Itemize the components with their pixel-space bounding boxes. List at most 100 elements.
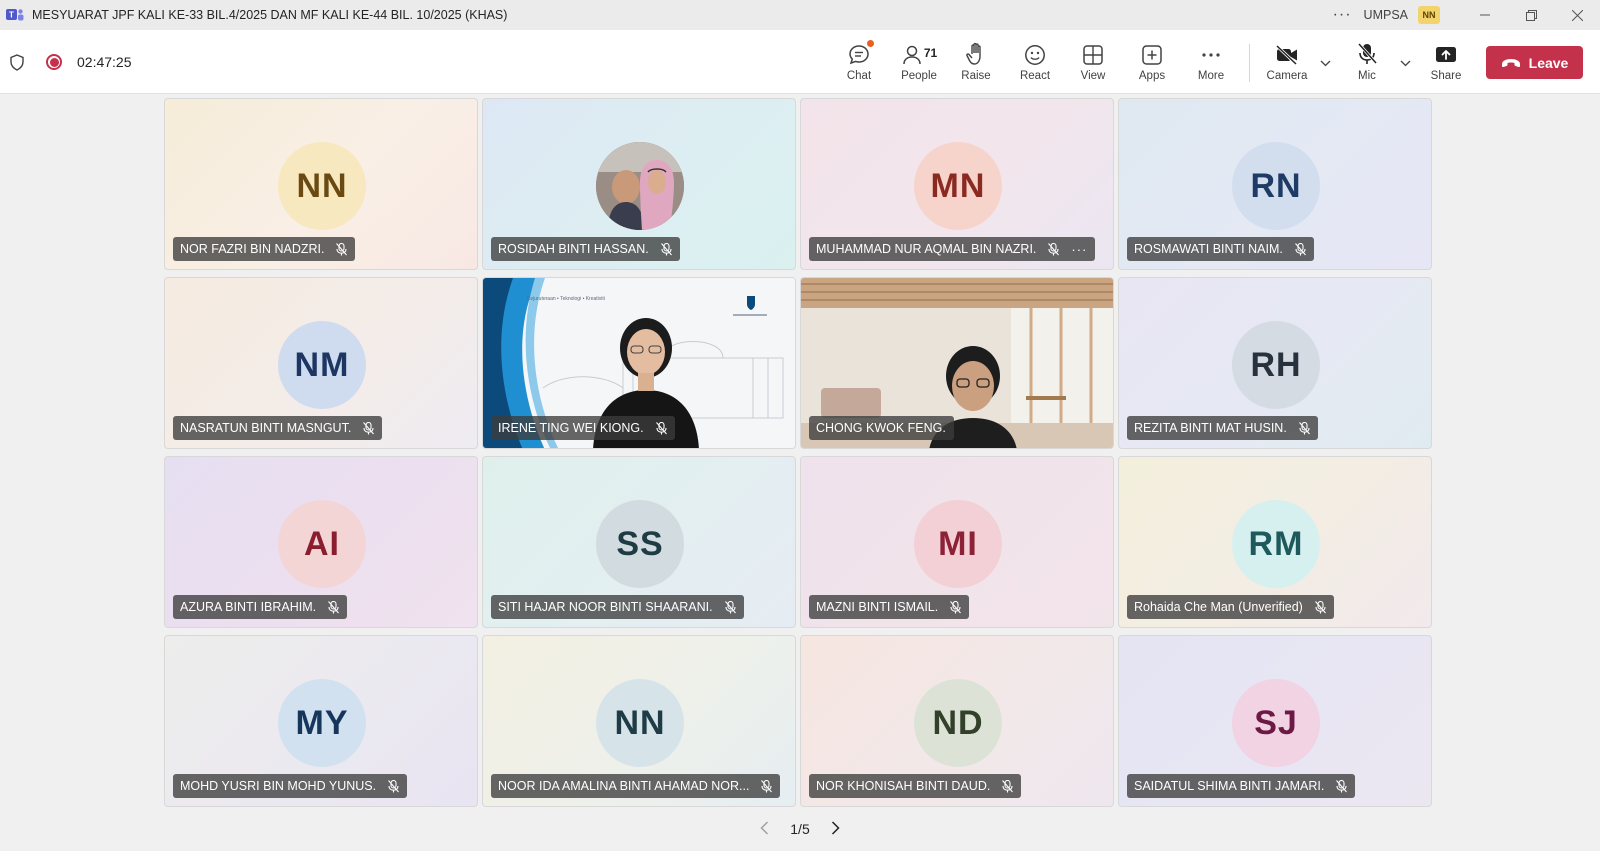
restore-icon — [1525, 9, 1537, 21]
camera-options-chevron-icon[interactable] — [1318, 56, 1332, 70]
people-label: People — [901, 70, 937, 82]
participant-name: NOOR IDA AMALINA BINTI AHAMAD NOR... — [498, 779, 750, 793]
share-button[interactable]: Share — [1418, 40, 1474, 86]
react-button[interactable]: React — [1007, 40, 1063, 86]
recording-indicator-icon — [46, 54, 62, 70]
participant-name: ROSIDAH BINTI HASSAN. — [498, 242, 649, 256]
participant-name: NOR FAZRI BIN NADZRI. — [180, 242, 325, 256]
mic-muted-icon — [328, 600, 340, 614]
mic-muted-icon — [655, 421, 667, 435]
apps-button[interactable]: Apps — [1124, 40, 1180, 86]
camera-button[interactable]: Camera — [1258, 40, 1316, 86]
participant-initials: RH — [1232, 321, 1320, 409]
minimize-icon — [1480, 14, 1490, 16]
participant-tile[interactable]: ND NOR KHONISAH BINTI DAUD. — [800, 635, 1114, 807]
people-count: 71 — [923, 46, 938, 60]
participant-tile[interactable]: MN MUHAMMAD NUR AQMAL BIN NAZRI. ··· — [800, 98, 1114, 270]
participant-initials: NM — [278, 321, 366, 409]
participant-name: Rohaida Che Man (Unverified) — [1134, 600, 1303, 614]
mic-muted-icon — [660, 242, 672, 256]
participant-tile[interactable]: SS SITI HAJAR NOOR BINTI SHAARANI. — [482, 456, 796, 628]
minimize-button[interactable] — [1462, 0, 1508, 30]
participant-name-tag: NASRATUN BINTI MASNGUT. — [173, 416, 383, 440]
more-options-icon[interactable]: ··· — [1333, 6, 1352, 24]
mic-muted-icon — [1002, 779, 1014, 793]
participant-video-tile[interactable]: Kejuruteraan • Teknologi • Kreativiti IR… — [482, 277, 796, 449]
participant-tile[interactable]: SJ SAIDATUL SHIMA BINTI JAMARI. — [1118, 635, 1432, 807]
leave-button[interactable]: Leave — [1486, 46, 1583, 79]
chat-icon — [849, 45, 869, 65]
participant-name: MAZNI BINTI ISMAIL. — [816, 600, 939, 614]
chat-button[interactable]: Chat — [831, 40, 887, 86]
grid-view-icon — [1083, 45, 1103, 65]
mic-muted-icon — [363, 421, 375, 435]
participant-tile[interactable]: NN NOR FAZRI BIN NADZRI. — [164, 98, 478, 270]
participant-name-tag: NOR KHONISAH BINTI DAUD. — [809, 774, 1022, 798]
meeting-title: MESYUARAT JPF KALI KE-33 BIL.4/2025 DAN … — [32, 8, 508, 22]
participant-name-tag: MOHD YUSRI BIN MOHD YUNUS. — [173, 774, 408, 798]
participant-name: REZITA BINTI MAT HUSIN. — [1134, 421, 1287, 435]
participant-initials: MI — [914, 500, 1002, 588]
participant-name-tag: SAIDATUL SHIMA BINTI JAMARI. — [1127, 774, 1356, 798]
mic-muted-icon — [1314, 600, 1326, 614]
participant-tile[interactable]: NN NOOR IDA AMALINA BINTI AHAMAD NOR... — [482, 635, 796, 807]
participant-initials: AI — [278, 500, 366, 588]
mic-button[interactable]: Mic — [1339, 40, 1395, 86]
raise-hand-icon — [966, 42, 981, 65]
participant-name-tag: ROSMAWATI BINTI NAIM. — [1127, 237, 1314, 261]
participant-initials: SS — [596, 500, 684, 588]
participant-name: ROSMAWATI BINTI NAIM. — [1134, 242, 1283, 256]
participant-tile[interactable]: RM Rohaida Che Man (Unverified) — [1118, 456, 1432, 628]
participant-tile[interactable]: AI AZURA BINTI IBRAHIM. — [164, 456, 478, 628]
participant-name-tag: SITI HAJAR NOOR BINTI SHAARANI. — [491, 595, 744, 619]
participant-name-tag: NOR FAZRI BIN NADZRI. — [173, 237, 356, 261]
leave-label: Leave — [1528, 54, 1569, 71]
restore-button[interactable] — [1508, 0, 1554, 30]
participant-photo-avatar — [596, 142, 684, 230]
participant-tile[interactable]: MY MOHD YUSRI BIN MOHD YUNUS. — [164, 635, 478, 807]
view-button[interactable]: View — [1065, 40, 1121, 86]
participant-more-icon[interactable]: ··· — [1071, 242, 1087, 257]
mic-muted-icon — [761, 779, 773, 793]
shield-icon[interactable] — [10, 53, 24, 71]
participant-initials: RM — [1232, 500, 1320, 588]
participant-name-tag: NOOR IDA AMALINA BINTI AHAMAD NOR... — [491, 774, 781, 798]
camera-label: Camera — [1266, 70, 1308, 82]
mic-muted-icon — [950, 600, 962, 614]
close-button[interactable] — [1554, 0, 1600, 30]
user-avatar[interactable]: NN — [1418, 6, 1440, 24]
apps-label: Apps — [1138, 70, 1166, 82]
participant-name: NASRATUN BINTI MASNGUT. — [180, 421, 352, 435]
next-page-chevron-icon[interactable] — [831, 820, 840, 838]
participant-initials: MY — [278, 679, 366, 767]
participant-tile[interactable]: RH REZITA BINTI MAT HUSIN. — [1118, 277, 1432, 449]
mic-muted-icon — [1298, 421, 1310, 435]
teams-app-icon: T — [6, 8, 24, 22]
participant-initials: ND — [914, 679, 1002, 767]
gallery-pager: 1/5 — [760, 818, 840, 840]
participant-name-tag: REZITA BINTI MAT HUSIN. — [1127, 416, 1318, 440]
participant-name-tag: MAZNI BINTI ISMAIL. — [809, 595, 970, 619]
mic-muted-icon — [336, 242, 348, 256]
mic-options-chevron-icon[interactable] — [1398, 56, 1412, 70]
participant-name: MUHAMMAD NUR AQMAL BIN NAZRI. — [816, 242, 1037, 256]
view-label: View — [1080, 70, 1106, 82]
participant-initials: NN — [278, 142, 366, 230]
toolbar-divider — [1249, 44, 1250, 82]
participant-tile[interactable]: NM NASRATUN BINTI MASNGUT. — [164, 277, 478, 449]
people-button[interactable]: 71 People — [889, 40, 949, 86]
svg-text:T: T — [9, 11, 14, 20]
participant-tile[interactable]: ROSIDAH BINTI HASSAN. — [482, 98, 796, 270]
raise-hand-button[interactable]: Raise — [948, 40, 1004, 86]
meeting-timer: 02:47:25 — [77, 54, 132, 70]
participant-tile[interactable]: MI MAZNI BINTI ISMAIL. — [800, 456, 1114, 628]
mic-muted-icon — [1336, 779, 1348, 793]
more-label: More — [1197, 70, 1225, 82]
participant-name-tag: MUHAMMAD NUR AQMAL BIN NAZRI. ··· — [809, 237, 1096, 261]
participant-name-tag: CHONG KWOK FENG. — [809, 416, 954, 440]
participant-name-tag: IRENE TING WEI KIONG. — [491, 416, 675, 440]
previous-page-chevron-icon[interactable] — [760, 820, 769, 838]
participant-tile[interactable]: RN ROSMAWATI BINTI NAIM. — [1118, 98, 1432, 270]
participant-video-tile[interactable]: CHONG KWOK FENG. — [800, 277, 1114, 449]
more-button[interactable]: More — [1183, 40, 1239, 86]
